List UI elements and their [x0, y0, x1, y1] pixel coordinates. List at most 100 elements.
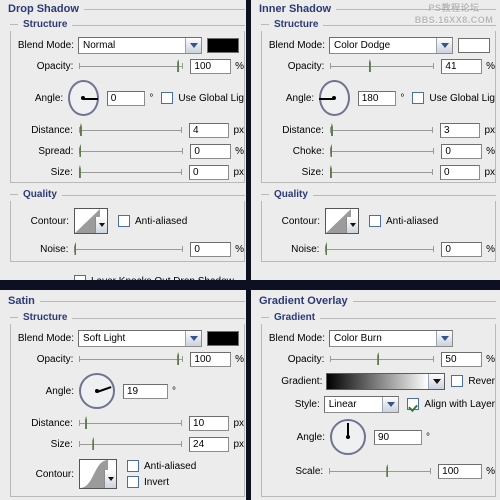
- size-value: 24: [193, 438, 205, 450]
- opacity-slider[interactable]: [330, 59, 435, 73]
- chevron-down-icon[interactable]: [185, 37, 201, 53]
- group-header-structure: Structure: [10, 18, 245, 31]
- align-with-layer-checkbox[interactable]: Align with Layer: [407, 398, 495, 410]
- blend-mode-select[interactable]: Color Burn: [329, 329, 453, 347]
- gradient-label: Gradient:: [281, 375, 323, 387]
- angle-input[interactable]: 90: [374, 429, 422, 445]
- anti-aliased-checkbox[interactable]: Anti-aliased: [369, 215, 438, 227]
- distance-slider[interactable]: [329, 123, 434, 137]
- gradient-preview[interactable]: [326, 372, 446, 390]
- angle-input[interactable]: 0: [106, 90, 146, 106]
- contour-dropdown-icon[interactable]: [95, 217, 107, 233]
- row-blend-mode: Blend Mode: Soft Light: [11, 328, 244, 348]
- style-label: Style:: [294, 398, 320, 410]
- use-global-light-checkbox[interactable]: Use Global Lig: [412, 92, 495, 104]
- size-label: Size:: [301, 166, 324, 178]
- blend-mode-label: Blend Mode:: [268, 39, 325, 51]
- angle-dial[interactable]: [319, 80, 350, 116]
- angle-input[interactable]: 180: [357, 90, 397, 106]
- row-opacity: Opacity: 50 %: [262, 349, 495, 369]
- angle-dial[interactable]: [79, 373, 115, 409]
- blend-mode-select[interactable]: Soft Light: [78, 329, 202, 347]
- distance-slider[interactable]: [78, 123, 183, 137]
- angle-dial[interactable]: [68, 80, 99, 116]
- satin-color-swatch[interactable]: [207, 330, 239, 346]
- size-slider[interactable]: [329, 165, 434, 179]
- anti-aliased-label: Anti-aliased: [135, 215, 188, 227]
- chevron-down-icon[interactable]: [436, 330, 452, 346]
- group-gradient: Gradient Blend Mode: Color Burn Opacity:: [261, 311, 496, 497]
- opacity-input[interactable]: 100: [190, 58, 232, 74]
- distance-slider[interactable]: [78, 416, 183, 430]
- size-slider[interactable]: [78, 165, 183, 179]
- anti-aliased-checkbox[interactable]: Anti-aliased: [127, 460, 196, 472]
- noise-input[interactable]: 0: [441, 241, 483, 257]
- opacity-slider[interactable]: [79, 352, 184, 366]
- size-input[interactable]: 0: [189, 164, 230, 180]
- blend-mode-label: Blend Mode:: [268, 332, 325, 344]
- angle-label: Angle:: [34, 92, 64, 104]
- blend-mode-value: Color Dodge: [334, 39, 391, 51]
- opacity-value: 41: [445, 60, 457, 72]
- style-select[interactable]: Linear: [323, 395, 400, 413]
- size-input[interactable]: 0: [440, 164, 481, 180]
- spread-slider[interactable]: [79, 144, 184, 158]
- shadow-color-swatch[interactable]: [207, 37, 239, 53]
- reverse-checkbox[interactable]: Rever: [451, 375, 495, 387]
- contour-thumbnail[interactable]: [79, 459, 117, 489]
- choke-unit: %: [486, 145, 495, 157]
- anti-aliased-checkbox[interactable]: Anti-aliased: [118, 215, 187, 227]
- contour-dropdown-icon[interactable]: [104, 470, 116, 488]
- angle-value: 19: [127, 385, 139, 397]
- distance-unit: px: [484, 124, 496, 136]
- size-input[interactable]: 24: [189, 436, 230, 452]
- opacity-slider[interactable]: [79, 59, 184, 73]
- use-global-light-checkbox[interactable]: Use Global Lig: [161, 92, 244, 104]
- distance-input[interactable]: 3: [440, 122, 481, 138]
- noise-input[interactable]: 0: [190, 241, 232, 257]
- blend-mode-select[interactable]: Normal: [78, 36, 202, 54]
- panel-title-satin: Satin: [8, 294, 245, 308]
- chevron-down-icon[interactable]: [185, 330, 201, 346]
- opacity-label: Opacity:: [287, 60, 325, 72]
- invert-checkbox[interactable]: Invert: [127, 476, 196, 488]
- opacity-input[interactable]: 41: [441, 58, 483, 74]
- choke-input[interactable]: 0: [441, 143, 483, 159]
- noise-slider[interactable]: [325, 242, 435, 256]
- opacity-input[interactable]: 50: [441, 351, 483, 367]
- blend-mode-select[interactable]: Color Dodge: [329, 36, 453, 54]
- panel-title-text: Satin: [8, 295, 35, 307]
- chevron-down-icon[interactable]: [382, 396, 399, 412]
- contour-thumbnail[interactable]: [74, 208, 108, 234]
- angle-input[interactable]: 19: [123, 383, 168, 399]
- distance-input[interactable]: 10: [189, 415, 230, 431]
- contour-label: Contour:: [281, 215, 320, 227]
- opacity-slider[interactable]: [330, 352, 435, 366]
- panel-satin: Satin Structure Blend Mode: Soft Light O…: [0, 290, 249, 500]
- opacity-input[interactable]: 100: [190, 351, 232, 367]
- angle-dial-hand: [96, 386, 112, 393]
- scale-slider[interactable]: [329, 464, 432, 478]
- angle-dial[interactable]: [330, 419, 366, 455]
- spread-input[interactable]: 0: [190, 143, 232, 159]
- gradient-dropdown-icon[interactable]: [428, 373, 445, 389]
- choke-label: Choke:: [292, 145, 325, 157]
- scale-input[interactable]: 100: [438, 463, 483, 479]
- chevron-down-icon[interactable]: [436, 37, 452, 53]
- row-blend-mode: Blend Mode: Color Burn: [262, 328, 495, 348]
- shadow-color-swatch[interactable]: [458, 37, 490, 53]
- size-slider[interactable]: [78, 437, 183, 451]
- distance-input[interactable]: 4: [189, 122, 230, 138]
- group-title: Gradient: [274, 312, 316, 323]
- contour-thumbnail[interactable]: [325, 208, 359, 234]
- distance-label: Distance:: [31, 124, 73, 136]
- row-opacity: Opacity: 41 %: [262, 56, 495, 76]
- noise-unit: %: [235, 243, 244, 255]
- noise-slider[interactable]: [74, 242, 184, 256]
- group-header-quality: Quality: [10, 188, 245, 201]
- choke-slider[interactable]: [330, 144, 435, 158]
- gradient-swatch: [327, 373, 429, 389]
- blend-mode-value: Normal: [83, 39, 116, 51]
- angle-label: Angle:: [296, 431, 325, 443]
- contour-dropdown-icon[interactable]: [346, 217, 358, 233]
